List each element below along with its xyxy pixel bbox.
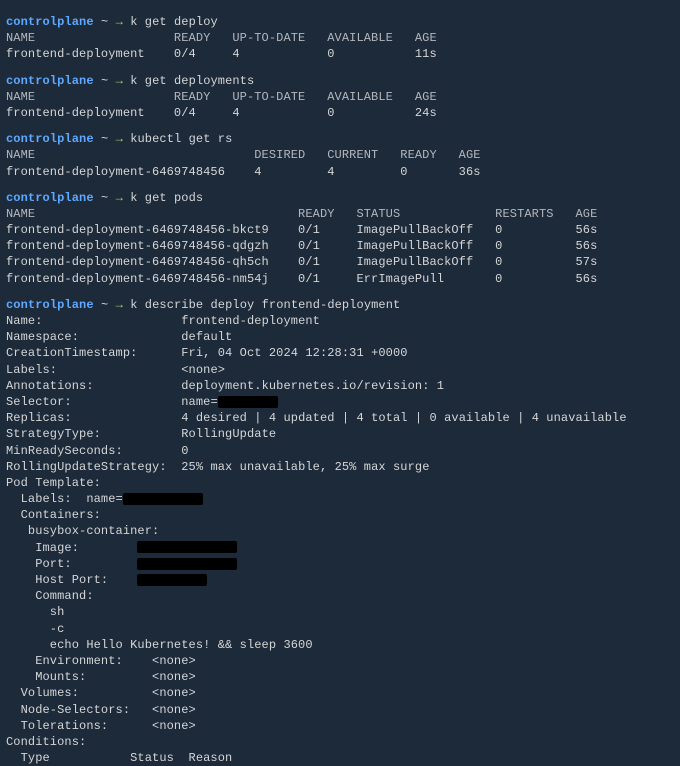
table-header: NAME READY STATUS RESTARTS AGE [6,206,674,222]
kv-value: <none> [181,363,225,377]
arrow-icon: → [116,74,123,88]
table-row: frontend-deployment-6469748456-qdgzh 0/1… [6,238,674,254]
cmd-block-rs: controlplane ~ → kubectl get rs NAME DES… [6,131,674,180]
table-row: frontend-deployment 0/4 4 0 11s [6,46,674,62]
redacted-block [137,574,207,586]
containers-header: Containers: [6,507,674,523]
kv-row: Name: frontend-deployment [6,313,674,329]
command-text: k get deploy [130,15,218,29]
kv-key: Annotations: [6,379,94,393]
kv-row: RollingUpdateStrategy: 25% max unavailab… [6,459,674,475]
kv-key: RollingUpdateStrategy: [6,460,167,474]
command-line: sh [6,604,674,620]
tolerations-row: Tolerations: <none> [6,718,674,734]
table-header: NAME READY UP-TO-DATE AVAILABLE AGE [6,89,674,105]
host: controlplane [6,132,94,146]
arrow-icon: → [116,132,123,146]
command-text: kubectl get rs [130,132,232,146]
kv-key: MinReadySeconds: [6,444,123,458]
port-key: Port: [6,557,72,571]
tilde: ~ [101,15,108,29]
table-header: NAME DESIRED CURRENT READY AGE [6,147,674,163]
kv-key: Replicas: [6,411,72,425]
host: controlplane [6,191,94,205]
hostport-key: Host Port: [6,573,108,587]
table-row: frontend-deployment-6469748456-nm54j 0/1… [6,271,674,287]
tilde: ~ [101,191,108,205]
kv-value: default [181,330,232,344]
kv-row: StrategyType: RollingUpdate [6,426,674,442]
kv-key: CreationTimestamp: [6,346,137,360]
kv-key: Namespace: [6,330,79,344]
node-selectors-row: Node-Selectors: <none> [6,702,674,718]
kv-row: Labels: <none> [6,362,674,378]
kv-row: MinReadySeconds: 0 [6,443,674,459]
mounts-row: Mounts: <none> [6,669,674,685]
host: controlplane [6,298,94,312]
table-row: frontend-deployment-6469748456-bkct9 0/1… [6,222,674,238]
prompt-line[interactable]: controlplane ~ → k get deploy [6,14,674,30]
prompt-line[interactable]: controlplane ~ → kubectl get rs [6,131,674,147]
port-row: Port: [6,556,674,572]
prompt-line[interactable]: controlplane ~ → k get pods [6,190,674,206]
kv-key: Selector: [6,395,72,409]
command-header: Command: [6,588,674,604]
kv-row: Replicas: 4 desired | 4 updated | 4 tota… [6,410,674,426]
cmd-block-deploy: controlplane ~ → k get deploy NAME READY… [6,14,674,63]
host: controlplane [6,74,94,88]
arrow-icon: → [116,191,123,205]
image-key: Image: [6,541,79,555]
arrow-icon: → [116,298,123,312]
kv-row: CreationTimestamp: Fri, 04 Oct 2024 12:2… [6,345,674,361]
redacted-block [218,396,278,408]
kv-value: Fri, 04 Oct 2024 12:28:31 +0000 [181,346,407,360]
cmd-block-pods: controlplane ~ → k get pods NAME READY S… [6,190,674,287]
redacted-block [137,541,237,553]
table-row: frontend-deployment 0/4 4 0 24s [6,105,674,121]
cmd-block-deployments: controlplane ~ → k get deployments NAME … [6,73,674,122]
redacted-block [137,558,237,570]
kv-value: 25% max unavailable, 25% max surge [181,460,429,474]
table-row: frontend-deployment-6469748456-qh5ch 0/1… [6,254,674,270]
command-text: k get pods [130,191,203,205]
conditions-header: Conditions: [6,734,674,750]
command-text: k get deployments [130,74,254,88]
kv-row: Annotations: deployment.kubernetes.io/re… [6,378,674,394]
pod-template-header: Pod Template: [6,475,674,491]
container-name: busybox-container: [6,523,674,539]
cmd-block-describe: controlplane ~ → k describe deploy front… [6,297,674,766]
tilde: ~ [101,74,108,88]
image-row: Image: [6,540,674,556]
redacted-block [123,493,203,505]
prompt-line[interactable]: controlplane ~ → k describe deploy front… [6,297,674,313]
kv-key: Labels: [6,363,57,377]
conditions-columns: Type Status Reason [6,750,674,766]
pod-labels: Labels: name= [6,491,674,507]
kv-row: Namespace: default [6,329,674,345]
volumes-row: Volumes: <none> [6,685,674,701]
kv-value: deployment.kubernetes.io/revision: 1 [181,379,444,393]
arrow-icon: → [116,15,123,29]
hostport-row: Host Port: [6,572,674,588]
tilde: ~ [101,298,108,312]
command-line: -c [6,621,674,637]
command-text: k describe deploy frontend-deployment [130,298,400,312]
kv-value: RollingUpdate [181,427,276,441]
table-header: NAME READY UP-TO-DATE AVAILABLE AGE [6,30,674,46]
kv-value: name= [181,395,218,409]
kv-value: frontend-deployment [181,314,320,328]
command-line: echo Hello Kubernetes! && sleep 3600 [6,637,674,653]
kv-value: 4 desired | 4 updated | 4 total | 0 avai… [181,411,626,425]
kv-row: Selector: name= [6,394,674,410]
host: controlplane [6,15,94,29]
kv-value: 0 [181,444,188,458]
environment-row: Environment: <none> [6,653,674,669]
labels-text: Labels: name= [6,492,123,506]
kv-key: StrategyType: [6,427,101,441]
table-row: frontend-deployment-6469748456 4 4 0 36s [6,164,674,180]
tilde: ~ [101,132,108,146]
prompt-line[interactable]: controlplane ~ → k get deployments [6,73,674,89]
kv-key: Name: [6,314,43,328]
